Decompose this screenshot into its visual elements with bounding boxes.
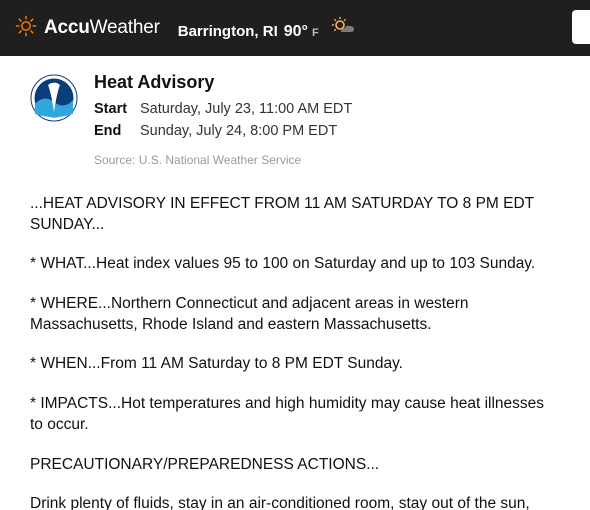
alert-start-row: Start Saturday, July 23, 11:00 AM EDT — [94, 99, 560, 121]
brand-text: AccuWeather — [44, 17, 160, 39]
search-button[interactable] — [572, 10, 590, 44]
alert-end-row: End Sunday, July 24, 8:00 PM EDT — [94, 121, 560, 143]
brand-logo-link[interactable]: AccuWeather — [14, 14, 160, 43]
partly-cloudy-icon — [331, 16, 357, 36]
alert-meta: Heat Advisory Start Saturday, July 23, 1… — [94, 72, 560, 167]
alert-when: * WHEN...From 11 AM Saturday to 8 PM EDT… — [30, 353, 560, 374]
alert-precaution-heading: PRECAUTIONARY/PREPAREDNESS ACTIONS... — [30, 454, 560, 475]
svg-text:NOAA: NOAA — [48, 79, 60, 84]
sun-icon — [14, 14, 38, 43]
alert-precaution-text: Drink plenty of fluids, stay in an air-c… — [30, 493, 560, 510]
alert-start-value: Saturday, July 23, 11:00 AM EDT — [140, 99, 352, 121]
alert-where: * WHERE...Northern Connecticut and adjac… — [30, 293, 560, 336]
location-name: Barrington, RI — [178, 23, 278, 40]
alert-impacts: * IMPACTS...Hot temperatures and high hu… — [30, 393, 560, 436]
location-temp: 90° — [284, 23, 308, 41]
alert-headline: ...HEAT ADVISORY IN EFFECT FROM 11 AM SA… — [30, 193, 560, 236]
noaa-logo-icon: NOAA — [30, 74, 78, 122]
alert-source: Source: U.S. National Weather Service — [94, 153, 560, 167]
alert-end-value: Sunday, July 24, 8:00 PM EDT — [140, 121, 337, 143]
site-header: AccuWeather Barrington, RI 90° F — [0, 0, 590, 56]
alert-end-label: End — [94, 121, 130, 143]
brand-bold: Accu — [44, 17, 90, 38]
alert-what: * WHAT...Heat index values 95 to 100 on … — [30, 253, 560, 274]
location-selector[interactable]: Barrington, RI 90° F — [178, 16, 357, 41]
alert-page: NOAA Heat Advisory Start Saturday, July … — [0, 56, 590, 510]
alert-start-label: Start — [94, 99, 130, 121]
alert-header: NOAA Heat Advisory Start Saturday, July … — [30, 72, 560, 167]
alert-title: Heat Advisory — [94, 72, 560, 93]
location-temp-unit: F — [312, 27, 319, 39]
alert-body: ...HEAT ADVISORY IN EFFECT FROM 11 AM SA… — [30, 193, 560, 510]
brand-light: Weather — [90, 17, 160, 38]
